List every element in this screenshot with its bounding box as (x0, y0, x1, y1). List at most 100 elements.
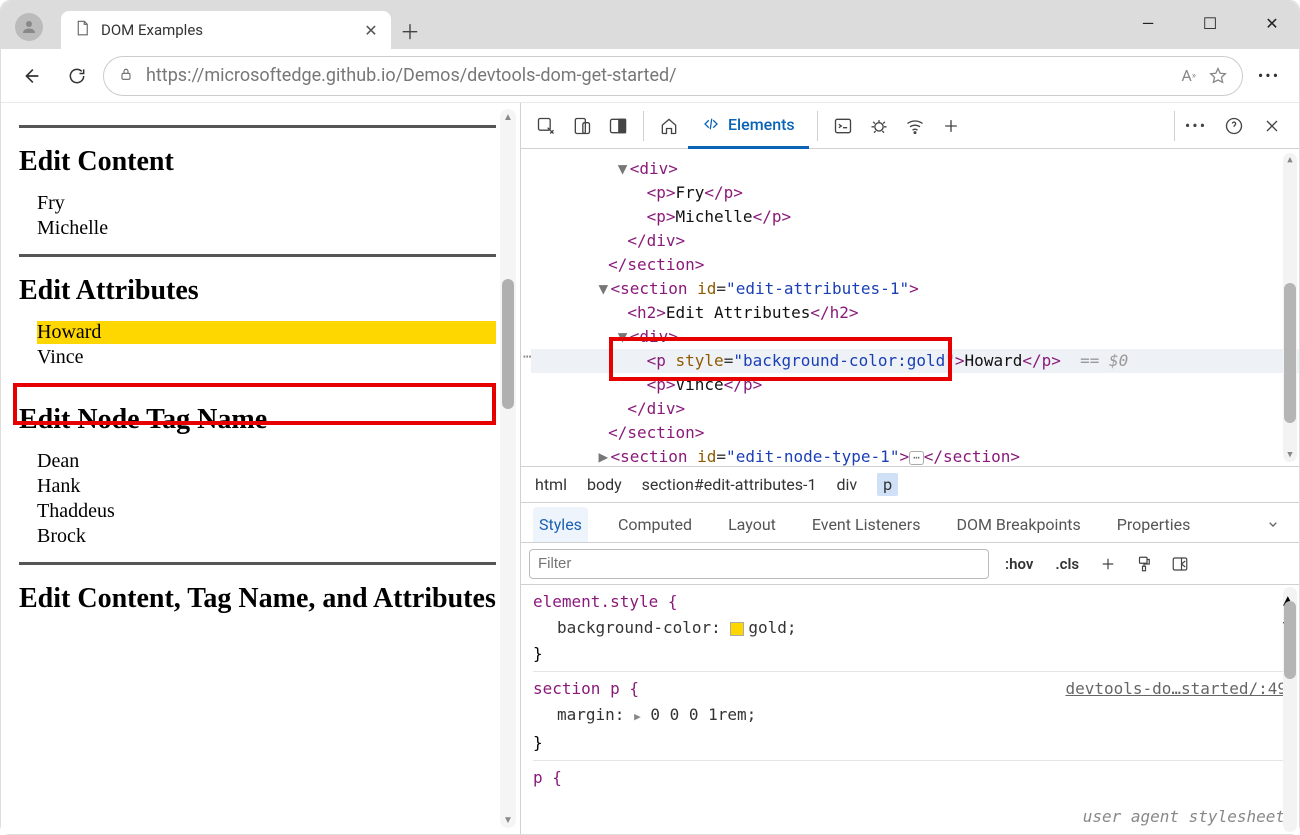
elements-tab[interactable]: Elements (688, 103, 809, 149)
dom-breakpoints-tab[interactable]: DOM Breakpoints (950, 507, 1086, 542)
profile-avatar[interactable] (15, 13, 43, 41)
address-bar[interactable]: https://microsoftedge.github.io/Demos/de… (103, 56, 1243, 96)
scroll-down-arrow-icon[interactable]: ▼ (500, 812, 516, 828)
page-scroll-thumb[interactable] (502, 279, 514, 409)
minimize-icon: — (1142, 14, 1155, 33)
css-value[interactable]: gold; (748, 618, 796, 637)
css-property[interactable]: background-color (557, 618, 711, 637)
maximize-icon: ☐ (1203, 14, 1217, 33)
styles-scrollbar[interactable]: ▲ ▼ (1283, 587, 1297, 832)
read-aloud-icon[interactable]: A» (1181, 66, 1196, 85)
toggle-hover-button[interactable]: :hov (999, 551, 1039, 577)
rendered-page-pane: Edit Content Fry Michelle Edit Attribute… (1, 103, 521, 834)
styles-filter-input[interactable] (529, 549, 989, 579)
styles-pane-tabs: Styles Computed Layout Event Listeners D… (521, 503, 1299, 543)
name-item[interactable]: Fry (37, 192, 496, 215)
ellipsis-icon: ••• (1185, 116, 1207, 135)
toggle-paint-icon[interactable] (1131, 551, 1157, 577)
properties-tab[interactable]: Properties (1111, 507, 1197, 542)
code-icon (702, 115, 720, 133)
elements-scroll-thumb[interactable] (1284, 283, 1296, 423)
lock-icon (118, 66, 134, 86)
close-icon: ✕ (1265, 14, 1278, 33)
help-button[interactable] (1217, 109, 1251, 143)
color-swatch-icon[interactable] (730, 622, 744, 636)
new-style-rule-button[interactable] (1095, 551, 1121, 577)
window-maximize-button[interactable]: ☐ (1193, 9, 1227, 37)
url-text: https://microsoftedge.github.io/Demos/de… (146, 65, 1169, 86)
welcome-tab[interactable] (652, 109, 686, 143)
scroll-down-arrow-icon[interactable]: ▼ (1283, 448, 1297, 462)
more-styles-tabs-icon[interactable] (1259, 510, 1287, 542)
scroll-up-arrow-icon[interactable]: ▲ (1283, 153, 1297, 167)
devtools-panel: Elements ••• ▼<div> <p>Fry</p (521, 103, 1299, 834)
page-scrollbar[interactable]: ▲ ▼ (500, 109, 516, 828)
stylesheet-source-link[interactable]: devtools-do…started/:49 (1065, 676, 1287, 702)
collapsed-ellipsis-icon[interactable]: ⋯ (909, 451, 924, 465)
window-minimize-button[interactable]: — (1131, 9, 1165, 37)
styles-tab[interactable]: Styles (533, 507, 588, 542)
customize-devtools-button[interactable]: ••• (1179, 109, 1213, 143)
devtools-toolbar: Elements ••• (521, 103, 1299, 149)
breadcrumb-item[interactable]: div (836, 475, 857, 494)
event-listeners-tab[interactable]: Event Listeners (806, 507, 927, 542)
rule-selector: p { (533, 768, 562, 787)
expand-shorthand-icon[interactable]: ▶ (634, 710, 641, 723)
breadcrumb-item[interactable]: section#edit-attributes-1 (642, 475, 817, 494)
name-item[interactable]: Brock (37, 525, 496, 548)
new-tab-button[interactable]: ＋ (391, 11, 429, 49)
toggle-class-button[interactable]: .cls (1049, 551, 1085, 577)
settings-more-button[interactable]: ••• (1249, 56, 1289, 96)
person-icon (20, 18, 38, 36)
name-item-highlighted[interactable]: Howard (37, 321, 496, 344)
page-file-icon (73, 19, 91, 41)
styles-toolbar: :hov .cls (521, 543, 1299, 585)
refresh-icon (67, 66, 87, 86)
layout-tab[interactable]: Layout (722, 507, 782, 542)
more-tabs-plus-icon[interactable] (934, 109, 968, 143)
breadcrumb-item-selected[interactable]: p (877, 473, 898, 496)
elements-dom-tree[interactable]: ▼<div> <p>Fry</p> <p>Michelle</p> </div>… (521, 149, 1299, 467)
window-titlebar: DOM Examples ✕ ＋ — ☐ ✕ (1, 1, 1299, 49)
scroll-up-arrow-icon[interactable]: ▲ (500, 109, 516, 125)
heading-edit-all: Edit Content, Tag Name, and Attributes (19, 583, 496, 615)
name-item[interactable]: Dean (37, 450, 496, 473)
dom-breadcrumb: html body section#edit-attributes-1 div … (521, 467, 1299, 503)
styles-scroll-thumb[interactable] (1284, 601, 1296, 679)
user-agent-stylesheet-label: user agent stylesheet (1083, 804, 1285, 830)
selected-line-menu-icon[interactable]: ⋯ (523, 349, 541, 365)
back-button[interactable] (11, 56, 51, 96)
rule-selector: element.style { (533, 592, 678, 611)
browser-tab-active[interactable]: DOM Examples ✕ (61, 11, 391, 49)
inspect-element-button[interactable] (529, 109, 563, 143)
dock-side-button[interactable] (601, 109, 635, 143)
name-item[interactable]: Thaddeus (37, 500, 496, 523)
tab-title: DOM Examples (101, 21, 353, 39)
console-tab-icon[interactable] (826, 109, 860, 143)
selected-dom-node[interactable]: <p style="background-color:gold">Howard<… (531, 349, 1299, 373)
device-toolbar-button[interactable] (565, 109, 599, 143)
close-devtools-button[interactable] (1255, 109, 1289, 143)
network-wifi-icon[interactable] (898, 109, 932, 143)
breadcrumb-item[interactable]: body (587, 475, 622, 494)
breadcrumb-item[interactable]: html (535, 475, 567, 494)
heading-edit-attributes: Edit Attributes (19, 275, 496, 307)
rule-selector: section p { (533, 679, 639, 698)
styles-rules-pane[interactable]: element.style { background-color: gold; … (521, 585, 1299, 834)
sources-bug-icon[interactable] (862, 109, 896, 143)
css-property[interactable]: margin (557, 705, 615, 724)
plus-icon: ＋ (400, 16, 420, 45)
computed-tab[interactable]: Computed (612, 507, 698, 542)
tab-close-icon[interactable]: ✕ (363, 22, 379, 38)
name-item[interactable]: Vince (37, 346, 496, 369)
toggle-computed-sidebar-icon[interactable] (1167, 551, 1193, 577)
elements-scrollbar[interactable]: ▲ ▼ (1283, 153, 1297, 462)
ellipsis-icon: ••• (1258, 66, 1280, 85)
refresh-button[interactable] (57, 56, 97, 96)
heading-edit-node-tag: Edit Node Tag Name (19, 404, 496, 436)
window-close-button[interactable]: ✕ (1255, 9, 1289, 37)
name-item[interactable]: Michelle (37, 217, 496, 240)
css-value[interactable]: 0 0 0 1rem; (650, 705, 756, 724)
name-item[interactable]: Hank (37, 475, 496, 498)
favorite-star-icon[interactable] (1208, 66, 1228, 86)
